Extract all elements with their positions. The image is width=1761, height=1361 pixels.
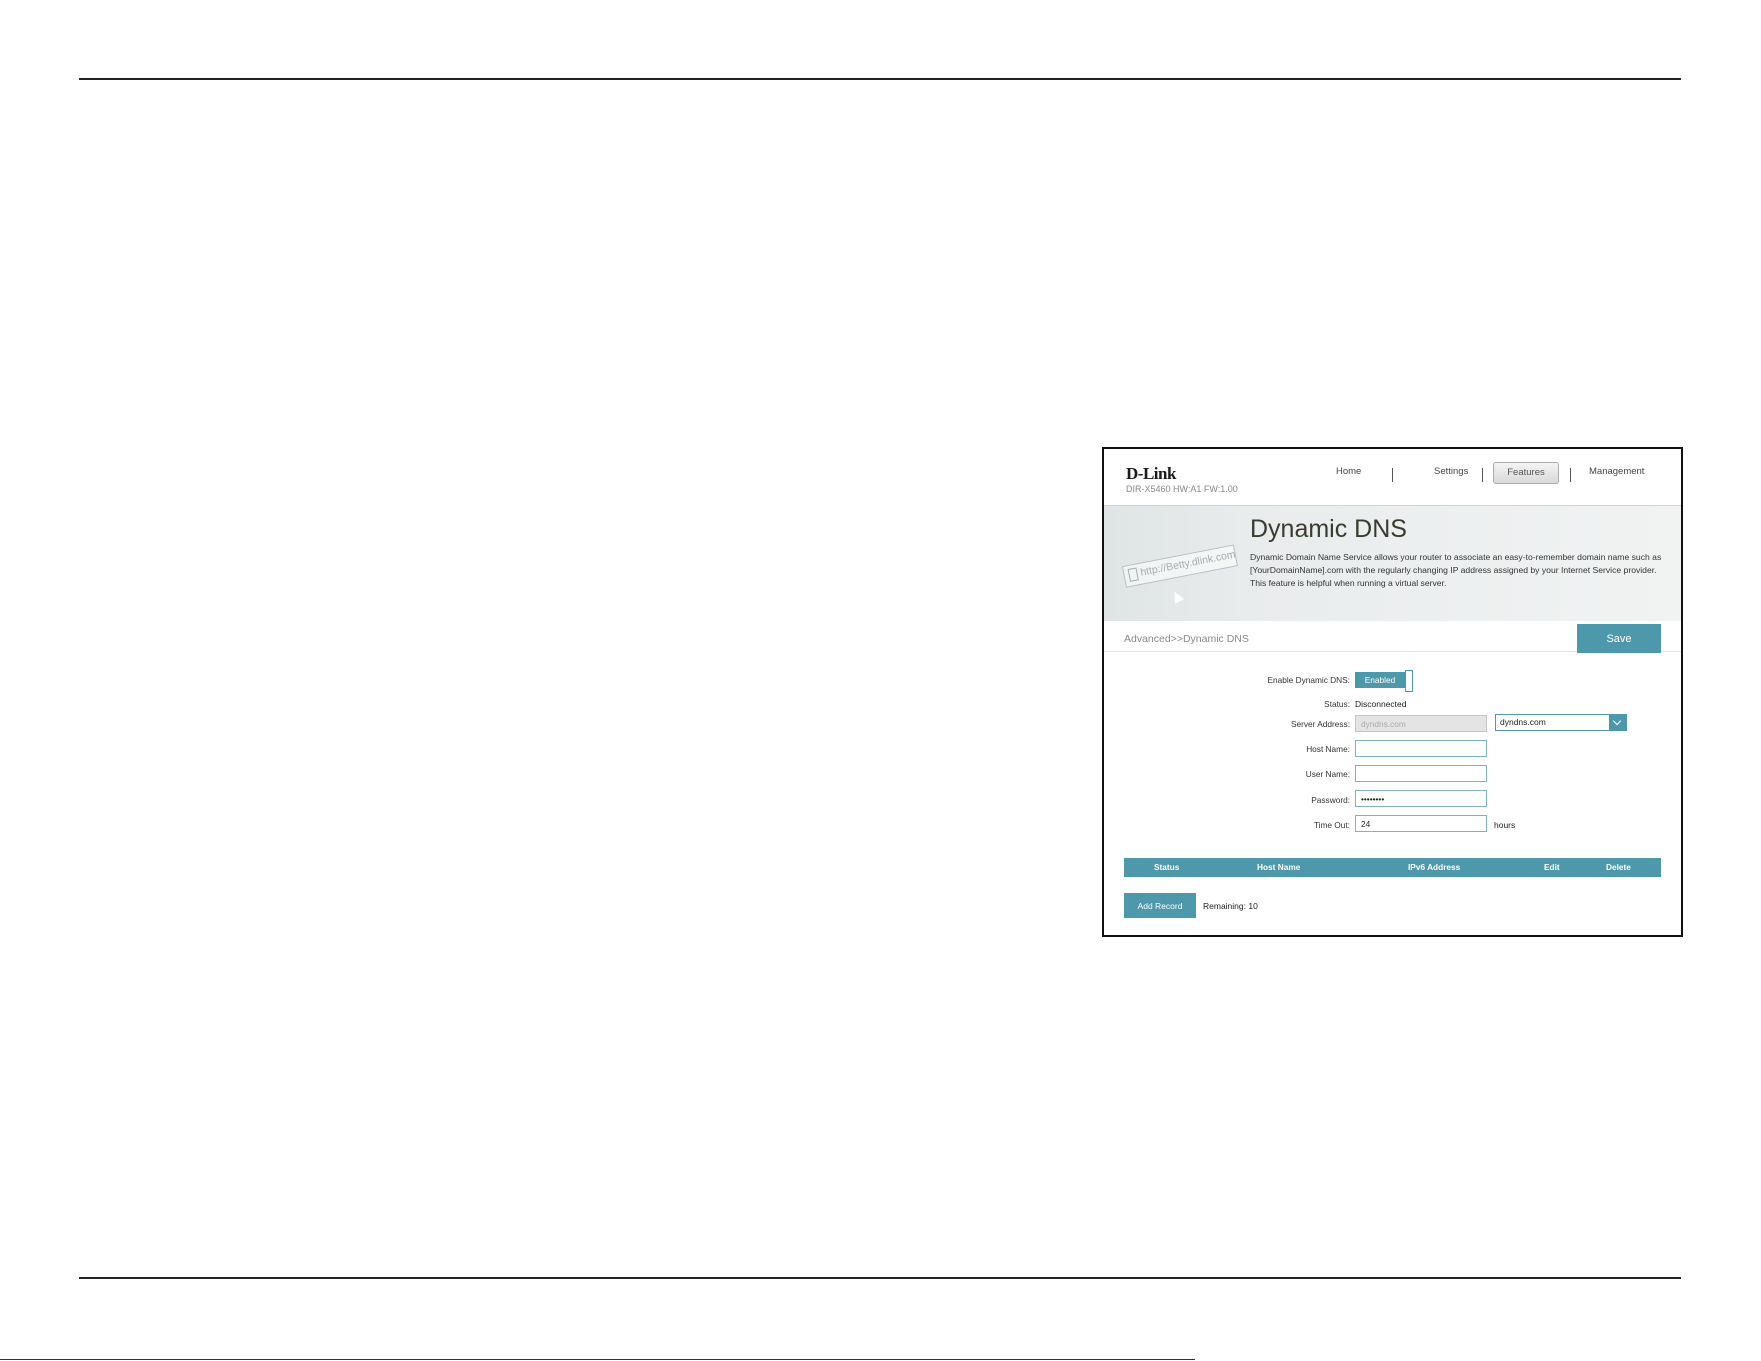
password-input[interactable]	[1355, 790, 1487, 807]
time-out-input[interactable]	[1355, 815, 1487, 832]
page-title: Dynamic DNS	[1250, 515, 1407, 543]
nav-home[interactable]: Home	[1336, 466, 1361, 477]
time-out-label: Time Out:	[1313, 820, 1350, 830]
save-button[interactable]: Save	[1577, 624, 1661, 653]
host-name-input[interactable]	[1355, 740, 1487, 757]
column-delete: Delete	[1606, 862, 1631, 872]
server-address-label: Server Address:	[1290, 719, 1350, 729]
nav-settings[interactable]: Settings	[1434, 466, 1468, 477]
nav-separator	[1570, 468, 1571, 482]
add-record-button[interactable]: Add Record	[1124, 893, 1196, 918]
host-name-label: Host Name:	[1306, 744, 1350, 754]
nav-management[interactable]: Management	[1589, 466, 1644, 477]
records-table-header: Status Host Name IPv6 Address Edit Delet…	[1124, 858, 1661, 877]
user-name-input[interactable]	[1355, 765, 1487, 782]
model-info: DIR-X5460 HW:A1 FW:1.00	[1126, 484, 1238, 494]
bottom-rule	[79, 1277, 1681, 1279]
router-ui-screenshot: D-Link DIR-X5460 HW:A1 FW:1.00 Home Sett…	[1102, 447, 1683, 937]
enable-dynamic-dns-toggle[interactable]: Enabled	[1355, 670, 1413, 692]
url-bar-illustration: http://Betty.dlink.com	[1121, 544, 1239, 588]
time-out-unit: hours	[1494, 820, 1516, 830]
column-status: Status	[1154, 862, 1180, 872]
dlink-logo: D-Link	[1126, 464, 1176, 483]
illustration-url: http://Betty.dlink.com	[1139, 548, 1237, 579]
top-rule	[79, 78, 1681, 80]
nav-separator	[1392, 468, 1393, 482]
nav-features[interactable]: Features	[1493, 462, 1559, 484]
page-description: Dynamic Domain Name Service allows your …	[1250, 552, 1662, 588]
enable-dynamic-dns-label: Enable Dynamic DNS:	[1267, 675, 1350, 685]
nav-separator	[1482, 468, 1483, 482]
router-header: D-Link DIR-X5460 HW:A1 FW:1.00 Home Sett…	[1104, 449, 1681, 505]
password-label: Password:	[1311, 795, 1350, 805]
column-host-name: Host Name	[1257, 862, 1301, 872]
toggle-knob	[1405, 670, 1413, 692]
column-edit: Edit	[1544, 862, 1560, 872]
toggle-state: Enabled	[1355, 672, 1405, 688]
footer-edge-line	[0, 1359, 1195, 1360]
remaining-count: Remaining: 10	[1203, 901, 1258, 911]
status-value: Disconnected	[1355, 699, 1407, 709]
server-address-input	[1355, 715, 1487, 732]
server-address-select[interactable]: dyndns.com	[1495, 714, 1627, 731]
status-label: Status:	[1324, 699, 1350, 709]
user-name-label: User Name:	[1305, 769, 1350, 779]
column-ipv6-address: IPv6 Address	[1408, 862, 1461, 872]
document-icon	[1127, 567, 1139, 582]
server-select-value: dyndns.com	[1500, 717, 1546, 727]
breadcrumb: Advanced>>Dynamic DNS	[1124, 633, 1249, 645]
chevron-down-icon	[1609, 715, 1626, 730]
